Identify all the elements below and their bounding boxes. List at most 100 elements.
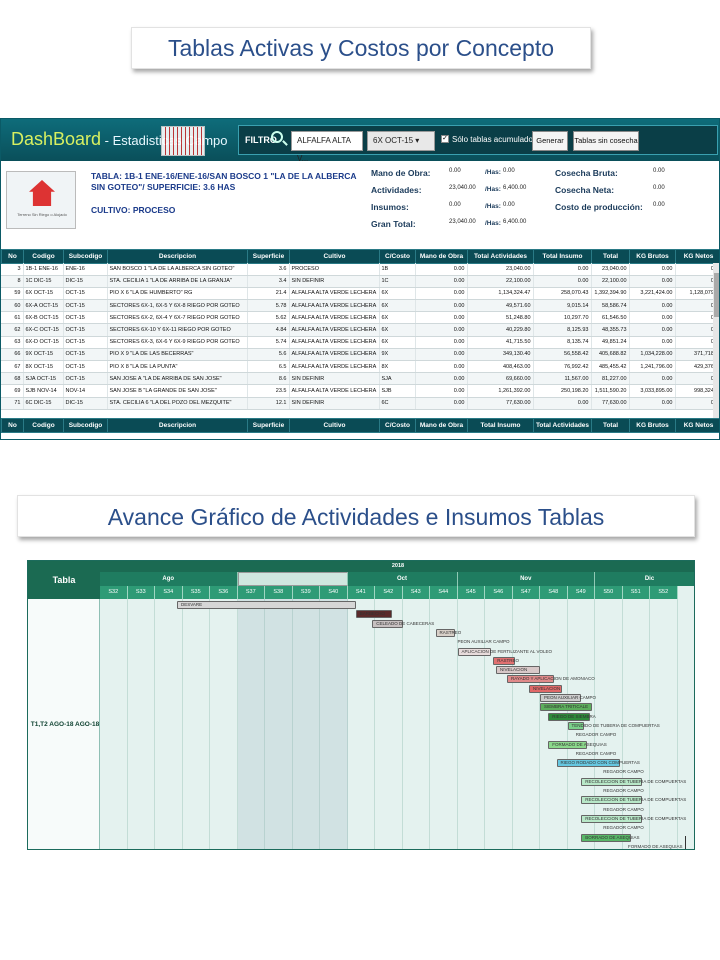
- gantt-week-column: [375, 599, 403, 849]
- gantt-task-label: RIEGO DE SIEMBRA: [552, 713, 596, 719]
- ciclo-select[interactable]: 6X OCT-15 ▾: [367, 131, 435, 151]
- table-cell: 0.0: [675, 275, 713, 288]
- table-row[interactable]: 69 SJB NOV-14 NOV-14 SAN JOSE B "LA GRANDE …: [1, 384, 713, 398]
- gantt-end-marker: [685, 836, 686, 849]
- header-col-no[interactable]: No: [1, 249, 24, 264]
- footer-col-descripcion[interactable]: Descripcion: [107, 418, 248, 433]
- footer-col-c-costo[interactable]: C/Costo: [379, 418, 416, 433]
- table-cell: 5.78: [247, 299, 290, 313]
- table-cell: 48,355.73: [591, 323, 630, 337]
- table-cell: OCT-15: [63, 348, 108, 362]
- footer-col-subcodigo[interactable]: Subcodigo: [63, 418, 108, 433]
- table-row[interactable]: 61 6X-B OCT-15 OCT-15 SECTORES 6X-2, 6X-4 Y…: [1, 311, 713, 325]
- header-col-kg-brutos[interactable]: KG Brutos: [629, 249, 676, 264]
- table-row[interactable]: 60 6X-A OCT-15 OCT-15 SECTORES 6X-1, 6X-5 Y…: [1, 299, 713, 313]
- header-col-mano-de-obra[interactable]: Mano de Obra: [415, 249, 468, 264]
- footer-col-no[interactable]: No: [1, 418, 24, 433]
- mano-obra-has: 0.00: [503, 168, 515, 174]
- scrollbar-thumb[interactable]: [714, 273, 719, 317]
- table-cell: 9X: [379, 348, 416, 362]
- gantt-task-label: RECOLECCION DE TUBERIA DE COMPUERTAS: [585, 778, 687, 784]
- footer-col-total[interactable]: Total: [591, 418, 630, 433]
- gantt-month: Dic: [595, 572, 694, 586]
- table-row[interactable]: 67 8X OCT-15 OCT-15 PIO X 8 "LA DE LA PUNTA…: [1, 360, 713, 374]
- table-cell: 6X-A OCT-15: [23, 299, 64, 313]
- gantt-task-bar[interactable]: [177, 601, 356, 609]
- table-row[interactable]: 62 6X-C OCT-15 OCT-15 SECTORES 6X-10 Y 6X-1…: [1, 323, 713, 337]
- table-cell: 6X: [379, 287, 416, 301]
- table-cell: 8X: [379, 360, 416, 374]
- table-cell: 371,718.0: [675, 348, 713, 362]
- table-cell: SIN DEFINIR: [289, 397, 380, 410]
- table-cell: SECTORES 6X-3, 6X-6 Y 6X-9 RIEGO POR GOT…: [107, 336, 248, 349]
- brand-main: DashBoard: [11, 129, 102, 149]
- table-cell: 77,630.00: [467, 397, 534, 410]
- table-row[interactable]: 66 9X OCT-15 OCT-15 PIO X 9 "LA DE LAS BECE…: [1, 348, 713, 362]
- gantt-row-label[interactable]: T1,T2 AGO-18 AGO-18: [30, 721, 100, 728]
- table-cell: OCT-15: [63, 299, 108, 313]
- table-row[interactable]: 3 1B-1 ENE-16 ENE-16 SAN BOSCO 1 "LA DE LA …: [1, 263, 713, 276]
- table-cell: 0.00: [415, 397, 468, 410]
- table-cell: 6C DIC-15: [23, 397, 64, 410]
- generar-button[interactable]: Generar: [532, 131, 568, 151]
- cultivo-select[interactable]: ALFALFA ALTA V...: [291, 131, 363, 163]
- gantt-week: S38: [265, 586, 293, 599]
- sin-cosecha-button[interactable]: Tablas sin cosecha: [573, 131, 639, 151]
- table-cell: NOV-14: [63, 384, 108, 398]
- footer-col-kg-brutos[interactable]: KG Brutos: [629, 418, 676, 433]
- header-col-codigo[interactable]: Codigo: [23, 249, 64, 264]
- gantt-task-label: DESVARE: [181, 602, 203, 607]
- header-col-subcodigo[interactable]: Subcodigo: [63, 249, 108, 264]
- gantt-week-column: [485, 599, 513, 849]
- gantt-week: S46: [485, 586, 513, 599]
- section-title-tablas: Tablas Activas y Costos por Concepto: [131, 27, 591, 69]
- table-cell: 0.00: [629, 336, 676, 349]
- table-cell: SECTORES 6X-10 Y 6X-11 RIEGO POR GOTEO: [107, 323, 248, 337]
- house-icon: [29, 180, 55, 206]
- table-row[interactable]: 71 6C DIC-15 DIC-15 STA. CECILIA 6 "LA DEL …: [1, 397, 713, 410]
- footer-col-mano-de-obra[interactable]: Mano de Obra: [415, 418, 468, 433]
- table-cell: 1,034,228.00: [629, 348, 676, 362]
- table-cell: 1,261,392.00: [467, 384, 534, 398]
- gantt-year: 2018: [100, 561, 694, 572]
- header-col-c-costo[interactable]: C/Costo: [379, 249, 416, 264]
- table-row[interactable]: 63 6X-D OCT-15 OCT-15 SECTORES 6X-3, 6X-6 Y…: [1, 336, 713, 349]
- table-cell: 6X: [379, 336, 416, 349]
- header-col-descripcion[interactable]: Descripcion: [107, 249, 248, 264]
- gantt-selected-month-shade: [237, 599, 348, 849]
- table-row[interactable]: 8 1C DIC-15 DIC-15 STA. CECILIA 1 "LA DE AR…: [1, 275, 713, 288]
- footer-col-codigo[interactable]: Codigo: [23, 418, 64, 433]
- gantt-week-column: [458, 599, 485, 849]
- footer-col-cultivo[interactable]: Cultivo: [289, 418, 380, 433]
- header-col-total[interactable]: Total: [591, 249, 630, 264]
- table-cell: SIN DEFINIR: [289, 372, 380, 386]
- header-col-superficie[interactable]: Superficie: [247, 249, 290, 264]
- gantt-week: S45: [457, 586, 485, 599]
- table-scrollbar[interactable]: [713, 263, 719, 418]
- gantt-week: S50: [595, 586, 623, 599]
- header-col-cultivo[interactable]: Cultivo: [289, 249, 380, 264]
- table-cell: STA. CECILIA 6 "LA DEL POZO DEL MEZQUITE…: [107, 397, 248, 410]
- tablas-body-scroll[interactable]: 3 1B-1 ENE-16 ENE-16 SAN BOSCO 1 "LA DE LA …: [1, 263, 713, 418]
- footer-col-total-insumo[interactable]: Total Insumo: [467, 418, 534, 433]
- gantt-task-label: REGADOR CAMPO: [575, 732, 617, 738]
- table-cell: 56,558.42: [533, 348, 592, 362]
- table-cell: ALFALFA ALTA VERDE LECHERA: [289, 336, 380, 349]
- gantt-week: S39: [292, 586, 320, 599]
- footer-col-total-actividades[interactable]: Total Actividades: [533, 418, 592, 433]
- table-cell: 6X-C OCT-15: [23, 323, 64, 337]
- table-cell: 3.4: [247, 275, 290, 288]
- gran-total-has: 6,400.00: [503, 219, 527, 225]
- table-row[interactable]: 68 SJA OCT-15 OCT-15 SAN JOSE A "LA DE ARRI…: [1, 372, 713, 386]
- acumuladoras-checkbox[interactable]: ✓: [441, 135, 449, 143]
- footer-col-superficie[interactable]: Superficie: [247, 418, 290, 433]
- footer-col-kg-netos[interactable]: KG Netos: [675, 418, 719, 433]
- filter-bar: FILTRO ALFALFA ALTA V... 6X OCT-15 ▾ ✓ S…: [238, 125, 718, 163]
- table-cell: ENE-16: [63, 263, 108, 276]
- gantt-task-label: NIVELACION: [500, 667, 528, 673]
- table-row[interactable]: 59 6X OCT-15 OCT-15 PIO X 6 "LA DE HUMBERTO…: [1, 287, 713, 301]
- header-col-total-actividades[interactable]: Total Actividades: [467, 249, 534, 264]
- header-col-total-insumo[interactable]: Total Insumo: [533, 249, 592, 264]
- header-col-kg-netos[interactable]: KG Netos: [675, 249, 719, 264]
- table-cell: 0.00: [629, 275, 676, 288]
